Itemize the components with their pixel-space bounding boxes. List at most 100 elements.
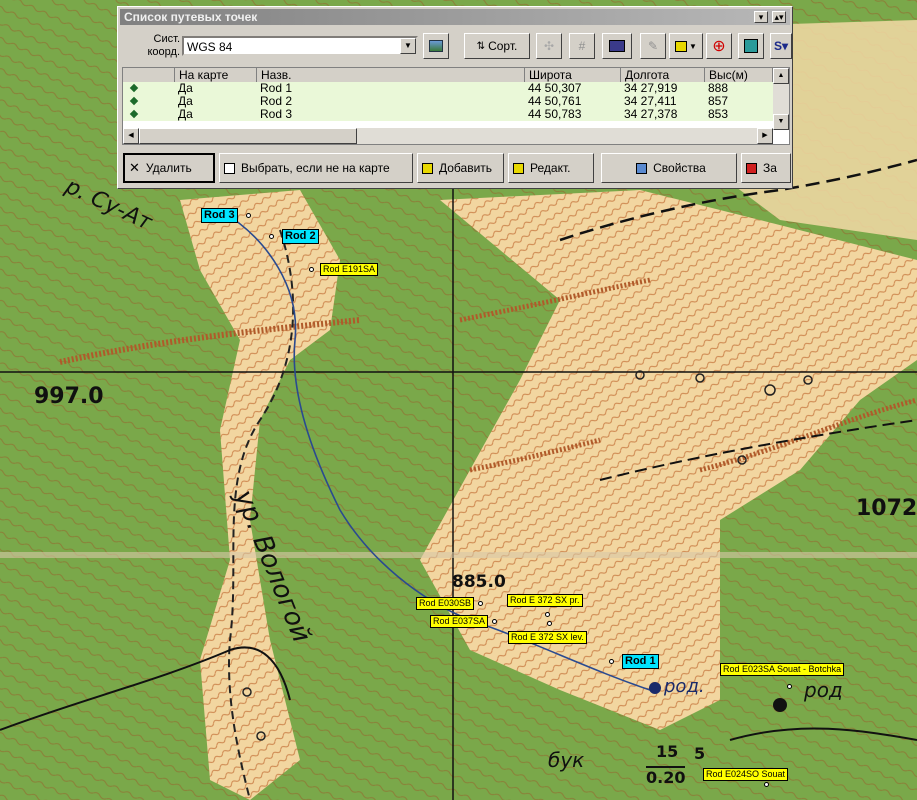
waypoint-marker-icon xyxy=(492,619,498,624)
edit-label: Редакт. xyxy=(530,161,571,175)
copy-button[interactable] xyxy=(738,33,764,59)
waypoint-marker-icon xyxy=(309,267,314,272)
folder-export-button[interactable] xyxy=(602,33,632,59)
folder-icon xyxy=(609,40,625,52)
close-window-button[interactable]: За xyxy=(741,153,791,183)
waypoint-rod-e023sa[interactable]: Rod E023SA Souat - Botchka xyxy=(720,663,845,676)
cell-longitude: 34 27,378 xyxy=(624,107,678,121)
cell-on-map: Да xyxy=(178,107,193,121)
add-button[interactable]: Добавить xyxy=(417,153,504,183)
column-header-longitude[interactable]: Долгота xyxy=(621,68,705,82)
sort-button[interactable]: ⇅ Сорт. xyxy=(464,33,530,59)
waypoint-marker-icon xyxy=(609,659,614,664)
waypoint-rod-e037sa[interactable]: Rod E037SA xyxy=(430,615,498,628)
sort-icon: ⇅ xyxy=(476,40,486,52)
waypoint-label: Rod 3 xyxy=(201,208,238,223)
properties-button[interactable]: Свойства xyxy=(601,153,737,183)
symbol-menu-button[interactable]: S▾ xyxy=(770,33,792,59)
collapse-button[interactable]: ▴▾ xyxy=(772,11,786,23)
cell-name: Rod 3 xyxy=(260,107,293,121)
window-title: Список путевых точек xyxy=(124,10,258,24)
waypoint-marker-icon xyxy=(547,621,552,626)
flag-menu-button[interactable]: ▼ xyxy=(669,33,703,59)
coord-system-label: Сист. коорд. xyxy=(136,33,180,59)
scroll-thumb[interactable] xyxy=(139,128,357,144)
dropdown-arrow-icon: ▼ xyxy=(689,41,697,51)
sort-label: Сорт. xyxy=(488,39,518,53)
copy-icon xyxy=(744,39,758,53)
chevron-down-icon[interactable]: ▼ xyxy=(400,38,416,54)
waypoint-marker-icon xyxy=(545,612,550,617)
column-header-latitude[interactable]: Широта xyxy=(525,68,621,82)
close-window-icon xyxy=(746,162,757,174)
scroll-up-icon[interactable]: ▲ xyxy=(773,68,789,84)
flag-icon xyxy=(422,162,433,174)
waypoint-rod-e372sx-lev[interactable]: Rod E 372 SX lev. xyxy=(508,631,587,644)
scroll-down-icon[interactable]: ▼ xyxy=(773,114,789,130)
list-select-icon xyxy=(224,162,235,174)
waypoint-marker-icon xyxy=(787,684,792,689)
waypoint-label: Rod E037SA xyxy=(430,615,489,628)
scroll-right-icon[interactable]: ▶ xyxy=(757,128,773,144)
minimize-button[interactable]: ▾ xyxy=(754,11,768,23)
flag-icon xyxy=(675,40,688,52)
column-header-altitude[interactable]: Выс(м) xyxy=(705,68,773,82)
target-button[interactable]: ⊕ xyxy=(706,33,732,59)
waypoint-label: Rod E030SB xyxy=(416,597,475,610)
elevation-label: 997.0 xyxy=(34,384,104,409)
coord-system-value: WGS 84 xyxy=(187,40,233,54)
elevation-label: 885.0 xyxy=(452,572,506,592)
title-bar[interactable]: Список путевых точек ▾ ▴▾ xyxy=(120,9,790,25)
spring-label: род. xyxy=(664,676,705,697)
add-label: Добавить xyxy=(439,161,493,175)
crosshair-button[interactable]: ✣ xyxy=(536,33,562,59)
forest-label: бук xyxy=(548,748,585,772)
horizontal-scrollbar[interactable]: ◀ ▶ xyxy=(123,128,773,144)
waypoint-marker-icon xyxy=(478,601,484,606)
waypoint-icon xyxy=(129,96,139,106)
vertical-scrollbar[interactable]: ▲ ▼ xyxy=(773,68,789,130)
waypoint-rod-1[interactable]: Rod 1 xyxy=(609,654,659,669)
waypoint-label: Rod E023SA Souat - Botchka xyxy=(720,663,845,676)
delete-icon: ✕ xyxy=(129,160,140,175)
delete-button[interactable]: ✕ Удалить xyxy=(123,153,215,183)
properties-icon xyxy=(636,162,648,174)
waypoint-rod-e191sa[interactable]: Rod E191SA xyxy=(309,263,379,276)
column-header-name[interactable]: Назв. xyxy=(257,68,525,82)
forest-label: 0.20 xyxy=(646,766,686,787)
waypoint-rod-e030sb[interactable]: Rod E030SB xyxy=(416,597,484,610)
forest-label: 5 xyxy=(694,744,706,763)
spring-label: род xyxy=(804,678,843,702)
delete-label: Удалить xyxy=(145,161,192,175)
waypoint-rod-e372sx-pr[interactable]: Rod E 372 SX pr. xyxy=(507,594,583,607)
flag-icon xyxy=(513,162,524,174)
waypoint-rod-2[interactable]: Rod 2 xyxy=(269,229,319,244)
cell-latitude: 44 50,783 xyxy=(528,107,582,121)
properties-label: Свойства xyxy=(653,161,706,175)
column-header[interactable] xyxy=(123,68,175,82)
waypoint-label: Rod E 372 SX pr. xyxy=(507,594,583,607)
close-label: За xyxy=(763,161,777,175)
elevation-label: 1072 xyxy=(856,496,917,521)
table-row[interactable]: Да Rod 3 44 50,783 34 27,378 853 xyxy=(123,108,773,121)
coord-label-line: Сист. xyxy=(153,33,180,45)
pen-button[interactable]: ✎ xyxy=(640,33,666,59)
waypoint-label: Rod 2 xyxy=(282,229,319,244)
forest-label: 15 xyxy=(656,742,679,761)
cell-altitude: 853 xyxy=(708,107,729,121)
waypoint-rod-3[interactable]: Rod 3 xyxy=(201,208,251,223)
map-view-button[interactable] xyxy=(423,33,449,59)
waypoint-label: Rod E191SA xyxy=(320,263,379,276)
edit-button[interactable]: Редакт. xyxy=(508,153,594,183)
coord-system-select[interactable]: WGS 84 ▼ xyxy=(182,36,418,56)
grid-button[interactable]: # xyxy=(569,33,595,59)
scroll-left-icon[interactable]: ◀ xyxy=(123,128,139,144)
select-off-map-label: Выбрать, если не на карте xyxy=(241,161,390,175)
waypoint-rod-e024so[interactable]: Rod E024SO Souat xyxy=(703,768,789,781)
column-header-on-map[interactable]: На карте xyxy=(175,68,257,82)
waypoint-label: Rod E024SO Souat xyxy=(703,768,789,781)
waypoint-table: На карте Назв. Широта Долгота Выс(м) Да … xyxy=(122,67,790,145)
waypoint-marker-icon xyxy=(269,234,274,239)
waypoint-label: Rod E 372 SX lev. xyxy=(508,631,587,644)
select-off-map-button[interactable]: Выбрать, если не на карте xyxy=(219,153,413,183)
